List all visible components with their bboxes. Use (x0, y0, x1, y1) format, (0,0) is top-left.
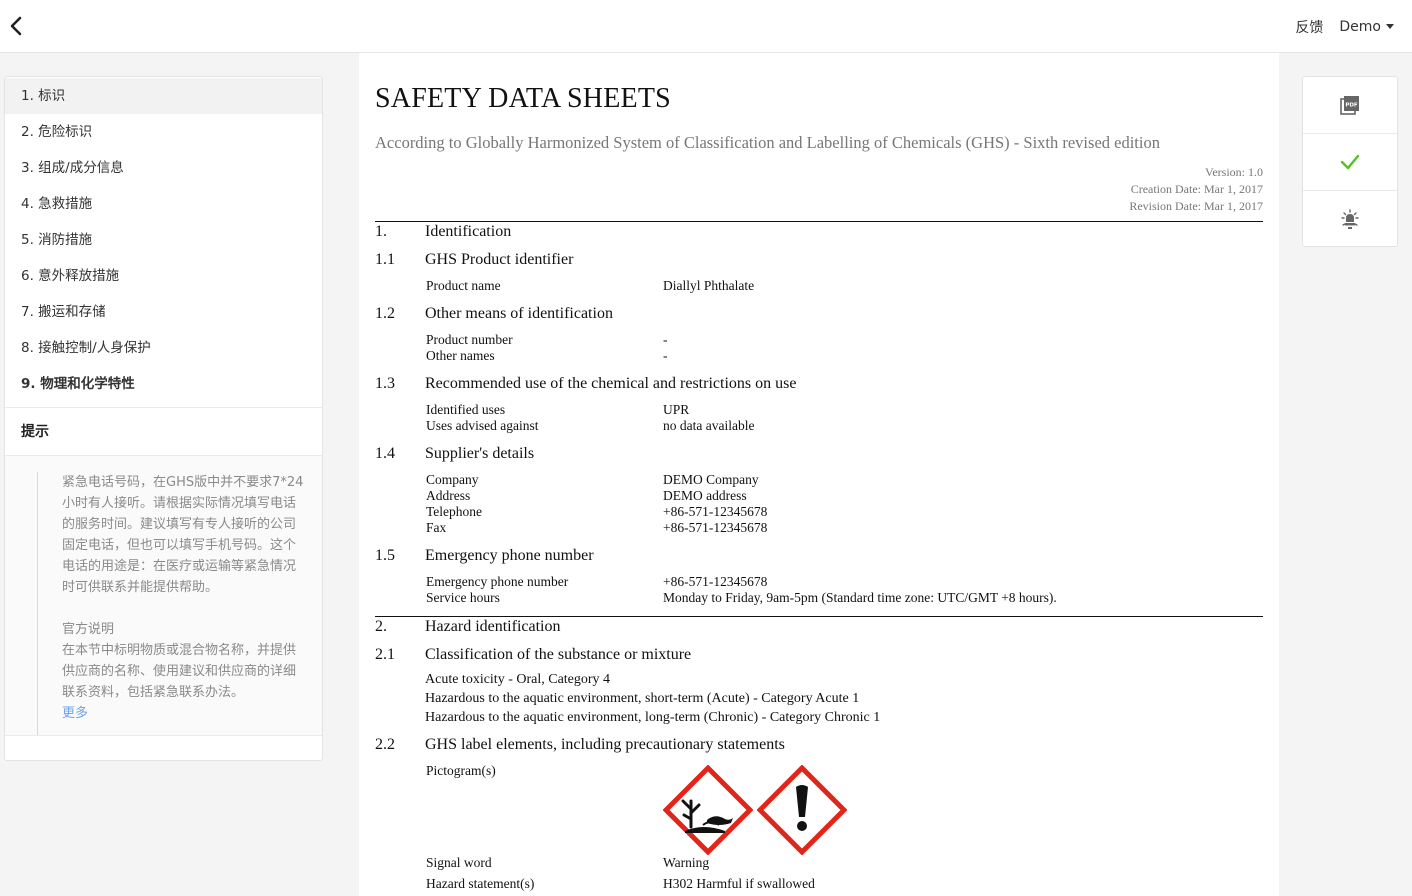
subsection-title: Emergency phone number (425, 547, 594, 564)
subsection-number: 1.5 (375, 547, 395, 564)
subsection-number: 1.2 (375, 305, 395, 322)
ghs-environment-icon (663, 765, 753, 855)
field-label: Address (426, 488, 471, 503)
feedback-link[interactable]: 反馈 (1295, 17, 1323, 37)
tips-official-title: 官方说明 (62, 622, 115, 637)
tips-title: 提示 (5, 408, 322, 456)
sidebar-item-first-aid[interactable]: 4. 急救措施 (5, 186, 322, 222)
field-label: Product number (426, 332, 513, 347)
hint-button[interactable] (1303, 191, 1397, 248)
section-title: Hazard identification (425, 618, 561, 635)
subsection-number: 1.4 (375, 445, 395, 462)
field-value: Monday to Friday, 9am-5pm (Standard time… (663, 590, 1057, 605)
caret-down-icon (1386, 24, 1394, 29)
sidebar-item-accidental-release[interactable]: 6. 意外释放措施 (5, 258, 322, 294)
sidebar-item-composition[interactable]: 3. 组成/成分信息 (5, 150, 322, 186)
sds-document: SAFETY DATA SHEETS According to Globally… (359, 53, 1279, 896)
field-label: Pictogram(s) (426, 763, 496, 778)
document-subtitle: According to Globally Harmonized System … (375, 133, 1160, 152)
sidebar-item-handling-storage[interactable]: 7. 搬运和存储 (5, 294, 322, 330)
field-label: Hazard statement(s) (426, 876, 535, 891)
field-value: H302 Harmful if swallowed (663, 876, 815, 891)
subsection-number: 1.1 (375, 251, 395, 268)
field-label: Signal word (426, 855, 492, 870)
field-label: Identified uses (426, 402, 506, 417)
field-label: Uses advised against (426, 418, 539, 433)
classification-item: Acute toxicity - Oral, Category 4 (425, 672, 611, 687)
subsection-title: GHS Product identifier (425, 251, 574, 268)
subsection-number: 2.1 (375, 646, 395, 663)
tips-more-link[interactable]: 更多 (62, 703, 306, 724)
field-label: Other names (426, 348, 495, 363)
classification-item: Hazardous to the aquatic environment, lo… (425, 710, 881, 725)
subsection-number: 2.2 (375, 736, 395, 753)
subsection-title: Supplier's details (425, 445, 535, 462)
field-label: Product name (426, 278, 501, 293)
field-value: DEMO address (663, 488, 747, 503)
document-meta: Version: 1.0 Creation Date: Mar 1, 2017 … (1129, 164, 1263, 215)
field-value: - (663, 348, 668, 363)
pdf-icon: PDF (1340, 96, 1359, 115)
subsection-title: Other means of identification (425, 305, 613, 322)
sidebar-item-hazard[interactable]: 2. 危险标识 (5, 114, 322, 150)
creation-date: Creation Date: Mar 1, 2017 (1130, 182, 1263, 196)
revision-date: Revision Date: Mar 1, 2017 (1129, 199, 1263, 213)
field-value: UPR (663, 402, 690, 417)
sidebar-item-identification[interactable]: 1. 标识 (5, 78, 322, 114)
check-button[interactable] (1303, 134, 1397, 191)
section-title: Identification (425, 223, 512, 240)
field-value: +86-571-12345678 (663, 520, 768, 535)
ghs-exclamation-icon (757, 765, 847, 855)
subsection-number: 1.3 (375, 375, 395, 392)
sidebar-item-exposure-controls[interactable]: 8. 接触控制/人身保护 (5, 330, 322, 366)
export-pdf-button[interactable]: PDF (1303, 77, 1397, 134)
document-title: SAFETY DATA SHEETS (375, 83, 671, 114)
field-label: Telephone (426, 504, 483, 519)
tips-paragraph: 紧急电话号码，在GHS版中并不要求7*24小时有人接听。请根据实际情况填写电话的… (62, 475, 304, 595)
bulb-icon (1341, 208, 1359, 229)
back-button[interactable] (6, 12, 28, 40)
sidebar: 1. 标识 2. 危险标识 3. 组成/成分信息 4. 急救措施 5. 消防措施… (4, 76, 323, 761)
check-icon (1340, 154, 1360, 170)
section-number: 1. (375, 223, 387, 240)
sidebar-item-firefighting[interactable]: 5. 消防措施 (5, 222, 322, 258)
section-divider (375, 221, 1263, 222)
field-value: +86-571-12345678 (663, 504, 768, 519)
field-value: Warning (663, 855, 710, 870)
tips-official-text: 在本节中标明物质或混合物名称，并提供供应商的名称、使用建议和供应商的详细联系资料… (62, 643, 297, 700)
user-name: Demo (1339, 18, 1381, 35)
field-label: Fax (426, 520, 447, 535)
section-number: 2. (375, 618, 387, 635)
field-label: Service hours (426, 590, 500, 605)
tips-panel[interactable]: 紧急电话号码，在GHS版中并不要求7*24小时有人接听。请根据实际情况填写电话的… (5, 456, 322, 736)
field-value: Diallyl Phthalate (663, 278, 755, 293)
field-label: Emergency phone number (426, 574, 569, 589)
chevron-left-icon (10, 16, 22, 36)
field-value: no data available (663, 418, 755, 433)
field-value: - (663, 332, 668, 347)
field-value: DEMO Company (663, 472, 759, 487)
subsection-title: Recommended use of the chemical and rest… (425, 375, 797, 392)
sidebar-item-physical-chemical[interactable]: 9. 物理和化学特性 (5, 366, 322, 402)
tool-panel: PDF (1302, 76, 1398, 247)
user-menu[interactable]: Demo (1339, 19, 1394, 35)
version: Version: 1.0 (1205, 165, 1263, 179)
subsection-title: GHS label elements, including precaution… (425, 736, 785, 753)
svg-text:PDF: PDF (1345, 103, 1358, 109)
section-divider (375, 616, 1263, 617)
field-value: +86-571-12345678 (663, 574, 768, 589)
subsection-title: Classification of the substance or mixtu… (425, 646, 692, 663)
top-bar: 反馈 Demo (0, 0, 1412, 53)
field-label: Company (426, 472, 479, 487)
classification-item: Hazardous to the aquatic environment, sh… (425, 691, 860, 706)
